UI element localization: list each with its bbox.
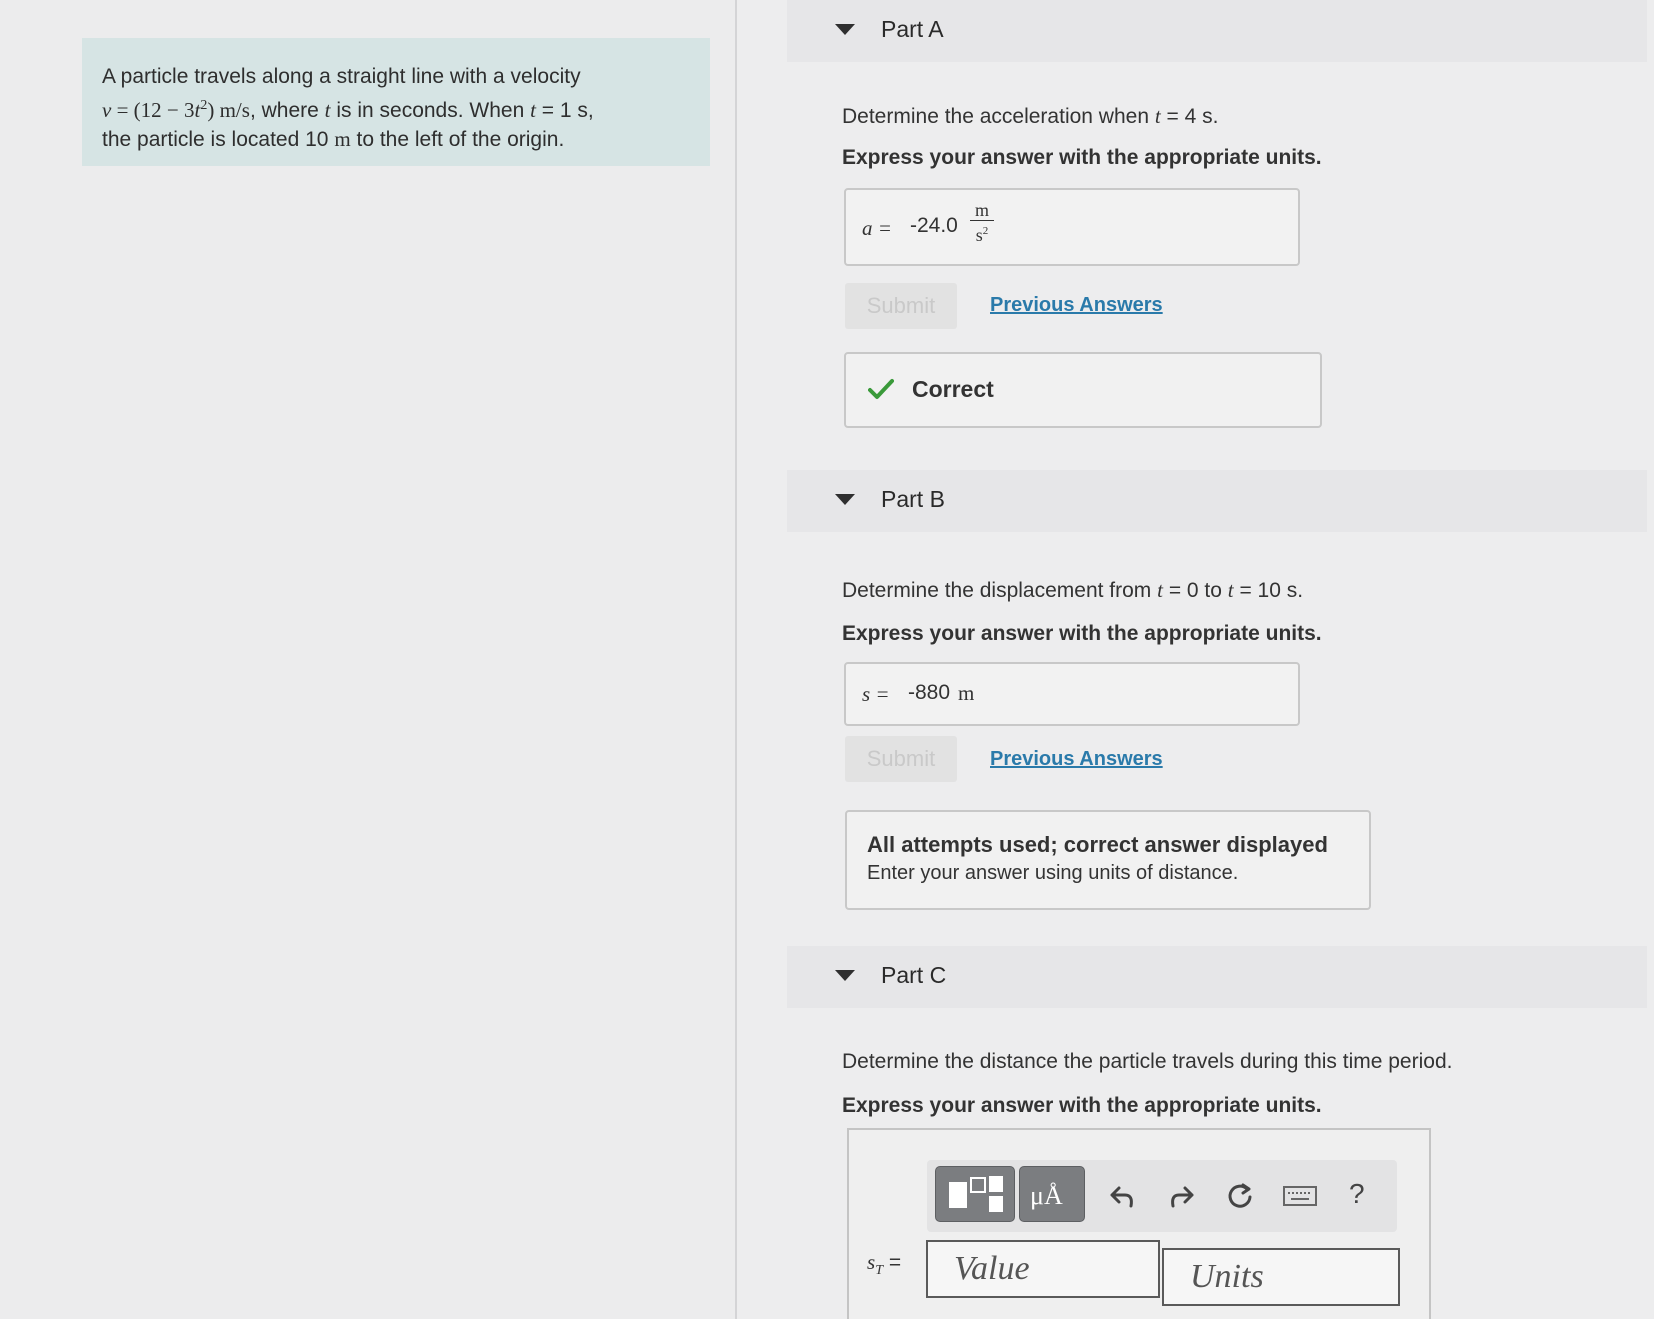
part-c-answer-label: sT =	[867, 1250, 901, 1279]
part-a-previous-answers-link[interactable]: Previous Answers	[990, 294, 1163, 317]
part-a-title: Part A	[881, 16, 944, 42]
part-a-prompt-value: = 4 s.	[1160, 105, 1219, 128]
collapse-caret-icon[interactable]	[835, 970, 855, 981]
part-b-answer-label: s =	[862, 682, 890, 706]
part-a-header[interactable]: Part A	[787, 0, 1647, 62]
part-c-label-symbol: s	[867, 1250, 876, 1274]
part-b-prompt-text: Determine the displacement from	[842, 579, 1158, 602]
velocity-symbol: v	[102, 98, 112, 122]
part-a-express: Express your answer with the appropriate…	[842, 146, 1322, 169]
part-c-express: Express your answer with the appropriate…	[842, 1094, 1322, 1117]
part-b-express: Express your answer with the appropriate…	[842, 622, 1322, 645]
help-icon[interactable]: ?	[1349, 1178, 1365, 1210]
keyboard-icon[interactable]	[1283, 1184, 1317, 1208]
checkmark-icon	[868, 379, 894, 399]
part-b-prompt-value: = 10 s.	[1233, 579, 1304, 602]
part-b-answer-unit: m	[958, 681, 975, 705]
velocity-eq-start: = (12 − 3	[111, 98, 195, 122]
units-button[interactable]: μÅ	[1019, 1166, 1085, 1222]
undo-icon[interactable]	[1109, 1182, 1137, 1210]
collapse-caret-icon[interactable]	[835, 24, 855, 35]
position-unit: m	[334, 127, 351, 151]
collapse-caret-icon[interactable]	[835, 494, 855, 505]
math-toolbar: μÅ ?	[927, 1160, 1397, 1232]
part-a-answer-box: a = -24.0 m s2	[844, 188, 1300, 266]
part-c-prompt: Determine the distance the particle trav…	[842, 1050, 1453, 1073]
part-a-feedback: Correct	[844, 352, 1322, 428]
templates-button[interactable]	[935, 1166, 1015, 1222]
problem-line-3: the particle is located 10 m to the left…	[102, 125, 690, 154]
unit-den-exp: 2	[982, 225, 989, 237]
problem-line-2: v = (12 − 3t2) m/s, where t is in second…	[102, 91, 690, 125]
templates-icon	[949, 1176, 1003, 1212]
when-value: = 1 s,	[535, 99, 594, 122]
part-a-answer-value: -24.0	[910, 214, 958, 237]
part-a-prompt-text: Determine the acceleration when	[842, 105, 1155, 128]
units-input[interactable]: Units	[1162, 1248, 1400, 1306]
problem-line-1: A particle travels along a straight line…	[102, 65, 581, 88]
value-input[interactable]: Value	[926, 1240, 1160, 1298]
part-b-previous-answers-link[interactable]: Previous Answers	[990, 748, 1163, 771]
part-b-answer-value: -880	[908, 681, 951, 704]
part-b-answer-box: s = -880 m	[844, 662, 1300, 726]
part-b-header[interactable]: Part B	[787, 470, 1647, 532]
part-c-header[interactable]: Part C	[787, 946, 1647, 1008]
position-text-b: to the left of the origin.	[350, 128, 565, 151]
part-a-feedback-text: Correct	[912, 376, 994, 402]
position-text-a: the particle is located 10	[102, 128, 335, 151]
part-c-label-subscript: T	[875, 1263, 883, 1279]
problem-panel: A particle travels along a straight line…	[0, 0, 737, 1319]
part-b-prompt: Determine the displacement from t = 0 to…	[842, 578, 1303, 603]
problem-statement: A particle travels along a straight line…	[82, 38, 710, 166]
reset-icon[interactable]	[1225, 1181, 1255, 1211]
units-icon: μÅ	[1030, 1181, 1063, 1210]
where-text: , where	[249, 99, 325, 122]
part-a-answer-label: a =	[862, 216, 892, 240]
questions-panel: Part A Determine the acceleration when t…	[737, 0, 1654, 1319]
velocity-eq-end: ) m/s	[207, 98, 250, 122]
part-a-prompt: Determine the acceleration when t = 4 s.	[842, 104, 1218, 129]
part-c-title: Part C	[881, 962, 947, 988]
unit-den-base: s	[975, 225, 983, 245]
part-b-feedback-text: Enter your answer using units of distanc…	[867, 862, 1239, 884]
part-c-label-equals: =	[888, 1251, 902, 1274]
part-b-feedback-title: All attempts used; correct answer displa…	[867, 832, 1328, 857]
redo-icon[interactable]	[1167, 1182, 1195, 1210]
part-b-title: Part B	[881, 486, 945, 512]
unit-numerator: m	[970, 200, 994, 221]
part-b-submit-button[interactable]: Submit	[845, 736, 957, 782]
part-a-answer-unit: m s2	[970, 200, 994, 245]
part-a-submit-button[interactable]: Submit	[845, 283, 957, 329]
part-b-feedback: All attempts used; correct answer displa…	[845, 810, 1371, 910]
unit-denominator: s2	[970, 221, 994, 245]
is-seconds-text: is in seconds. When	[330, 99, 531, 122]
part-b-prompt-mid: = 0 to	[1162, 579, 1228, 602]
